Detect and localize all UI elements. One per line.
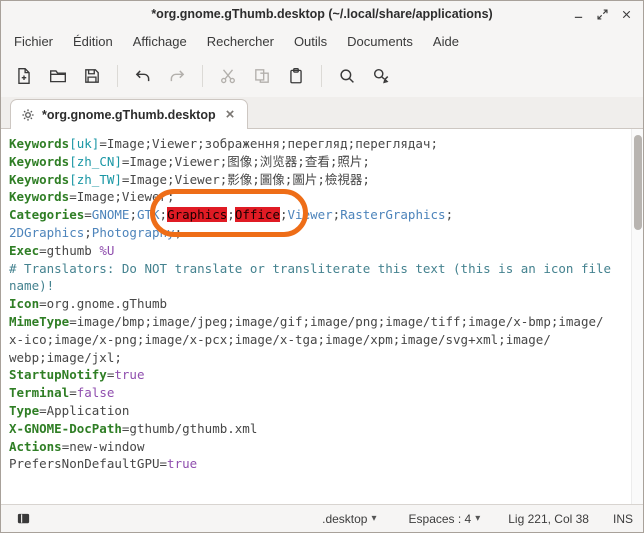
language-label: .desktop [322, 512, 367, 526]
text-editor-window: *org.gnome.gThumb.desktop (~/.local/shar… [0, 0, 644, 533]
restore-icon [596, 8, 609, 21]
paste-button[interactable] [281, 61, 311, 91]
tab-desktop-file[interactable]: *org.gnome.gThumb.desktop × [10, 99, 248, 129]
redo-icon [168, 67, 186, 85]
menu-item-edition[interactable]: Édition [64, 30, 122, 53]
toolbar-separator [202, 65, 203, 87]
find-button[interactable] [332, 61, 362, 91]
code-line: Type=Application [9, 402, 635, 420]
menu-item-aide[interactable]: Aide [424, 30, 468, 53]
menubar: Fichier Édition Affichage Rechercher Out… [1, 27, 643, 55]
side-panel-toggle[interactable] [11, 508, 35, 530]
vertical-scrollbar[interactable] [631, 129, 643, 504]
insert-mode-indicator: INS [613, 512, 633, 526]
code-line: Actions=new-window [9, 438, 635, 456]
minimize-button[interactable] [569, 5, 587, 23]
language-selector[interactable]: .desktop ▾ [318, 509, 380, 529]
window-title: *org.gnome.gThumb.desktop (~/.local/shar… [1, 7, 643, 21]
open-document-button[interactable] [43, 61, 73, 91]
save-icon [83, 67, 101, 85]
toolbar-separator [321, 65, 322, 87]
search-icon [338, 67, 356, 85]
side-panel-icon [16, 511, 31, 526]
code-line: Keywords[zh_TW]=Image;Viewer;影像;圖像;圖片;檢視… [9, 171, 635, 189]
paste-icon [287, 67, 305, 85]
redo-button[interactable] [162, 61, 192, 91]
dropdown-caret-icon: ▾ [371, 513, 376, 524]
tab-width-selector[interactable]: Espaces : 4 ▾ [405, 509, 485, 529]
gear-icon [21, 108, 35, 122]
cut-button[interactable] [213, 61, 243, 91]
menu-item-affichage[interactable]: Affichage [124, 30, 196, 53]
code-line: MimeType=image/bmp;image/jpeg;image/gif;… [9, 313, 635, 331]
cursor-position: Lig 221, Col 38 [508, 512, 589, 526]
code-line: Keywords[zh_CN]=Image;Viewer;图像;浏览器;查看;照… [9, 153, 635, 171]
code-line: StartupNotify=true [9, 366, 635, 384]
menu-item-fichier[interactable]: Fichier [5, 30, 62, 53]
tab-close-icon[interactable]: × [223, 106, 238, 123]
code-line: 2DGraphics;Photography; [9, 224, 635, 242]
tab-label: *org.gnome.gThumb.desktop [42, 108, 216, 122]
toolbar-separator [117, 65, 118, 87]
close-button[interactable] [617, 5, 635, 23]
code-line: # Translators: Do NOT translate or trans… [9, 260, 635, 278]
code-line: x-ico;image/x-png;image/x-pcx;image/x-tg… [9, 331, 635, 349]
undo-icon [134, 67, 152, 85]
code-line: Exec=gthumb %U [9, 242, 635, 260]
toolbar [1, 55, 643, 97]
tab-bar: *org.gnome.gThumb.desktop × [1, 97, 643, 129]
close-icon [620, 8, 633, 21]
code-line: X-GNOME-DocPath=gthumb/gthumb.xml [9, 420, 635, 438]
code-line: Keywords[uk]=Image;Viewer;зображення;пер… [9, 135, 635, 153]
search-replace-icon [372, 67, 390, 85]
code-line: PrefersNonDefaultGPU=true [9, 455, 635, 473]
undo-button[interactable] [128, 61, 158, 91]
titlebar: *org.gnome.gThumb.desktop (~/.local/shar… [1, 1, 643, 27]
code-line: webp;image/jxl; [9, 349, 635, 367]
code-line: Keywords=Image;Viewer; [9, 188, 635, 206]
scrollbar-thumb[interactable] [634, 135, 642, 230]
editor[interactable]: Keywords[uk]=Image;Viewer;зображення;пер… [1, 129, 643, 504]
window-controls [569, 5, 643, 23]
code-line: name)! [9, 277, 635, 295]
save-document-button[interactable] [77, 61, 107, 91]
restore-button[interactable] [593, 5, 611, 23]
dropdown-caret-icon: ▾ [475, 513, 480, 524]
code-line: Icon=org.gnome.gThumb [9, 295, 635, 313]
copy-button[interactable] [247, 61, 277, 91]
find-replace-button[interactable] [366, 61, 396, 91]
minimize-icon [572, 8, 585, 21]
menu-item-outils[interactable]: Outils [285, 30, 336, 53]
statusbar-right: .desktop ▾ Espaces : 4 ▾ Lig 221, Col 38… [318, 509, 633, 529]
statusbar: .desktop ▾ Espaces : 4 ▾ Lig 221, Col 38… [1, 504, 643, 532]
new-document-icon [15, 67, 33, 85]
menu-item-documents[interactable]: Documents [338, 30, 422, 53]
tab-width-label: Espaces : 4 [409, 512, 472, 526]
code-line: Terminal=false [9, 384, 635, 402]
cut-icon [219, 67, 237, 85]
new-document-button[interactable] [9, 61, 39, 91]
menu-item-rechercher[interactable]: Rechercher [198, 30, 283, 53]
editor-content: Keywords[uk]=Image;Viewer;зображення;пер… [1, 129, 643, 479]
copy-icon [253, 67, 271, 85]
code-line: Categories=GNOME;GTK;Graphics;Office;Vie… [9, 206, 635, 224]
open-folder-icon [49, 67, 67, 85]
